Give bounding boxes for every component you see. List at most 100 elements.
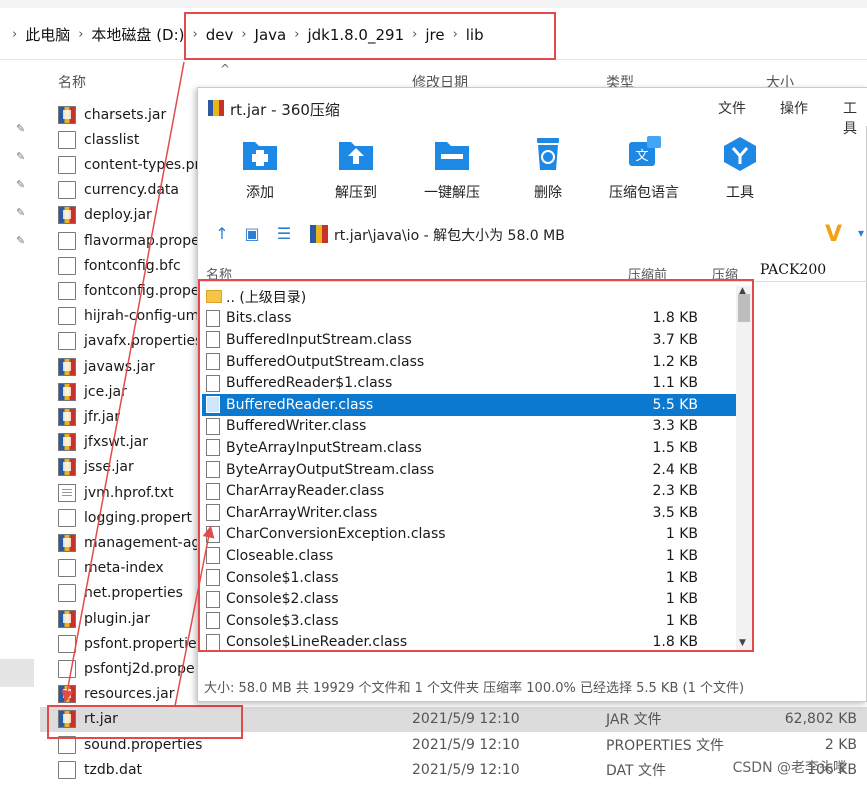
nav-selected-item[interactable] bbox=[0, 659, 34, 687]
extract-to-button[interactable]: 解压到 bbox=[311, 128, 401, 206]
one-click-extract-button[interactable]: 一键解压 bbox=[407, 128, 497, 206]
delete-button[interactable]: 删除 bbox=[503, 128, 593, 206]
add-button[interactable]: 添加 bbox=[215, 128, 305, 206]
file-type: DAT 文件 bbox=[606, 762, 667, 779]
file-name: psfontj2d.prope bbox=[84, 660, 195, 677]
file-size: 62,802 KB bbox=[784, 711, 857, 728]
file-name: management-ag bbox=[84, 534, 201, 551]
file-name: jvm.hprof.txt bbox=[84, 484, 174, 501]
jar-file-icon bbox=[58, 206, 76, 225]
navigation-pane: ✎ ✎ ✎ ✎ ✎ bbox=[0, 92, 40, 787]
file-icon bbox=[58, 130, 76, 149]
file-name: javafx.properties bbox=[84, 333, 203, 350]
language-label: 压缩包语言 bbox=[609, 185, 679, 201]
jar-file-icon bbox=[58, 105, 76, 124]
file-name: net.properties bbox=[84, 585, 183, 602]
jar-file-icon bbox=[58, 433, 76, 452]
v-brand-icon[interactable]: V bbox=[825, 222, 842, 247]
file-icon bbox=[58, 281, 76, 300]
path-annotation-box bbox=[184, 12, 556, 60]
file-icon bbox=[58, 332, 76, 351]
breadcrumb-separator-icon: › bbox=[12, 27, 18, 42]
file-name: deploy.jar bbox=[84, 207, 152, 224]
one-click-extract-icon bbox=[435, 142, 469, 170]
file-name: psfont.propertie bbox=[84, 635, 197, 652]
file-icon bbox=[58, 760, 76, 779]
up-arrow-icon[interactable]: ↑ bbox=[212, 224, 232, 244]
delete-icon bbox=[537, 138, 559, 170]
file-icon bbox=[58, 231, 76, 250]
delete-label: 删除 bbox=[534, 185, 562, 201]
zip-app-icon bbox=[208, 100, 224, 116]
rtjar-annotation-box bbox=[47, 705, 243, 739]
file-type: PROPERTIES 文件 bbox=[606, 737, 725, 754]
zip-status-bar: 大小: 58.0 MB 共 19929 个文件和 1 个文件夹 压缩率 100.… bbox=[204, 681, 745, 696]
view-list-icon[interactable]: ☰ bbox=[274, 224, 294, 244]
file-name: charsets.jar bbox=[84, 106, 167, 123]
file-name: jfr.jar bbox=[84, 408, 120, 425]
jar-file-icon bbox=[58, 407, 76, 426]
file-name: meta-index bbox=[84, 560, 164, 577]
zip-titlebar[interactable]: rt.jar - 360压缩 文件 操作 工具 bbox=[198, 88, 867, 137]
file-name: content-types.pr bbox=[84, 156, 201, 173]
chevron-down-icon[interactable]: ▾ bbox=[858, 226, 864, 240]
file-icon bbox=[58, 634, 76, 653]
file-name: jce.jar bbox=[84, 383, 127, 400]
language-button[interactable]: 文 压缩包语言 bbox=[599, 128, 689, 206]
zip-window-title: rt.jar - 360压缩 bbox=[230, 101, 340, 119]
watermark: CSDN @老李头喽 bbox=[732, 760, 847, 776]
jar-file-icon bbox=[58, 685, 76, 704]
menu-file[interactable]: 文件 bbox=[718, 98, 746, 118]
breadcrumb-item[interactable]: 本地磁盘 (D:) bbox=[91, 24, 184, 45]
file-date: 2021/5/9 12:10 bbox=[412, 736, 520, 753]
file-name: jfxswt.jar bbox=[84, 434, 149, 451]
jar-file-icon bbox=[58, 382, 76, 401]
file-icon bbox=[58, 584, 76, 603]
file-icon bbox=[58, 559, 76, 578]
pack-label: PACK200 bbox=[760, 262, 827, 278]
file-name: javaws.jar bbox=[84, 358, 155, 375]
add-folder-icon bbox=[243, 142, 277, 170]
one-click-extract-label: 一键解压 bbox=[424, 185, 480, 201]
pin-icon[interactable]: ✎ bbox=[16, 178, 28, 192]
add-label: 添加 bbox=[246, 185, 274, 201]
pin-icon[interactable]: ✎ bbox=[16, 150, 28, 164]
title-strip bbox=[0, 0, 867, 8]
pin-icon[interactable]: ✎ bbox=[16, 206, 28, 220]
zip-navbar: ↑ ▣ ☰ rt.jar\java\io - 解包大小为 58.0 MB V ▾ bbox=[198, 216, 867, 252]
svg-text:文: 文 bbox=[635, 149, 648, 164]
tools-label: 工具 bbox=[726, 185, 754, 201]
pin-icon[interactable]: ✎ bbox=[16, 234, 28, 248]
jar-file-icon bbox=[58, 458, 76, 477]
pin-icon[interactable]: ✎ bbox=[16, 122, 28, 136]
file-icon bbox=[58, 307, 76, 326]
file-name: hijrah-config-um bbox=[84, 308, 200, 325]
text-file-icon bbox=[58, 483, 76, 502]
breadcrumb-item[interactable]: 此电脑 bbox=[25, 24, 70, 45]
extract-to-label: 解压到 bbox=[335, 185, 377, 201]
file-name: currency.data bbox=[84, 182, 179, 199]
breadcrumb-separator-icon: › bbox=[78, 27, 84, 42]
tools-icon bbox=[724, 137, 756, 171]
tools-button[interactable]: 工具 bbox=[695, 128, 785, 206]
file-name: logging.propert bbox=[84, 509, 192, 526]
file-name: fontconfig.bfc bbox=[84, 257, 181, 274]
language-icon: 文 bbox=[629, 136, 661, 166]
jar-file-icon bbox=[58, 357, 76, 376]
file-type: JAR 文件 bbox=[606, 712, 662, 729]
archive-path[interactable]: rt.jar\java\io - 解包大小为 58.0 MB bbox=[334, 225, 565, 245]
file-name: fontconfig.prope bbox=[84, 282, 200, 299]
file-icon bbox=[58, 659, 76, 678]
file-icon bbox=[58, 181, 76, 200]
extract-to-icon bbox=[339, 142, 373, 170]
zip-list-annotation-box bbox=[198, 279, 754, 652]
file-name: classlist bbox=[84, 131, 140, 148]
view-thumbnail-icon[interactable]: ▣ bbox=[242, 224, 262, 244]
file-name: flavormap.prope bbox=[84, 232, 200, 249]
file-name: plugin.jar bbox=[84, 610, 150, 627]
column-name[interactable]: 名称 bbox=[58, 72, 86, 92]
file-icon bbox=[58, 256, 76, 275]
menu-operation[interactable]: 操作 bbox=[780, 98, 808, 118]
jar-file-icon bbox=[58, 609, 76, 628]
file-name: tzdb.dat bbox=[84, 761, 143, 778]
